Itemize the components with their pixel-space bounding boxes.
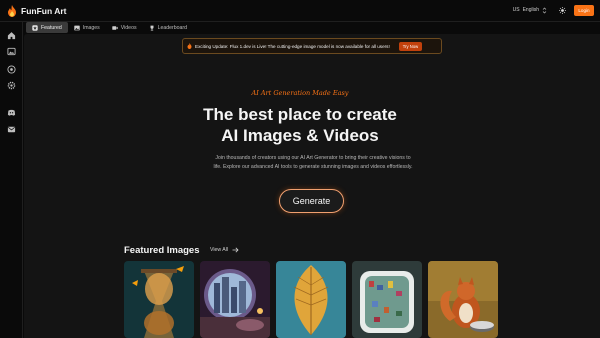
image-icon — [74, 25, 80, 30]
star-badge-icon — [32, 24, 38, 31]
tab-leaderboard-label: Leaderboard — [157, 24, 187, 31]
login-button[interactable]: Login — [574, 4, 594, 16]
flame-logo-icon — [8, 4, 16, 17]
gallery-icon[interactable] — [7, 47, 16, 56]
theme-toggle-button[interactable] — [556, 4, 568, 16]
generate-button[interactable]: Generate — [279, 189, 344, 213]
tab-leaderboard[interactable]: Leaderboard — [143, 22, 193, 33]
featured-images-title: Featured Images — [124, 245, 200, 256]
app-name: FunFun Art — [21, 5, 67, 16]
announcement-text: Exciting Update: Flux 1.dev is Live! The… — [195, 43, 390, 49]
language-code: US — [512, 7, 520, 13]
sidebar — [0, 22, 23, 338]
tab-images-label: Images — [82, 24, 100, 31]
tab-bar: Featured Images Videos Leaderboard — [26, 21, 193, 34]
chevron-updown-icon — [542, 7, 547, 13]
try-now-button[interactable]: Try Now — [398, 41, 423, 51]
hero-headline-line1: The best place to create — [203, 105, 397, 124]
featured-image-hourglass[interactable] — [124, 261, 194, 338]
featured-image-squirrel[interactable] — [428, 261, 498, 338]
tab-featured[interactable]: Featured — [26, 22, 68, 33]
flame-icon — [187, 43, 192, 49]
announcement-banner: Exciting Update: Flux 1.dev is Live! The… — [182, 38, 442, 54]
tab-images[interactable]: Images — [68, 22, 106, 33]
video-icon — [112, 25, 118, 30]
featured-image-city-window[interactable] — [200, 261, 270, 338]
tab-videos-label: Videos — [120, 24, 137, 31]
hero-tagline: AI Art Generation Made Easy — [251, 89, 349, 97]
language-selector[interactable]: US English — [510, 5, 550, 16]
top-bar: FunFun Art US English Login — [0, 0, 600, 22]
brand[interactable]: FunFun Art — [0, 4, 130, 17]
language-label: English — [522, 7, 539, 13]
view-all-link[interactable]: View All — [210, 247, 239, 253]
tab-videos[interactable]: Videos — [106, 22, 143, 33]
arrow-right-icon — [232, 247, 239, 253]
target-icon[interactable] — [7, 65, 16, 74]
home-icon[interactable] — [7, 31, 16, 40]
trophy-icon — [150, 25, 154, 31]
sun-icon — [558, 6, 566, 14]
featured-image-leaf[interactable] — [276, 261, 346, 338]
tab-featured-label: Featured — [41, 24, 62, 31]
hero-headline-line2: AI Images & Videos — [221, 126, 379, 145]
featured-image-bathtub-city[interactable] — [352, 261, 422, 338]
hero-subtext: Join thousands of creators using our AI … — [213, 155, 413, 170]
view-all-label: View All — [210, 247, 229, 253]
